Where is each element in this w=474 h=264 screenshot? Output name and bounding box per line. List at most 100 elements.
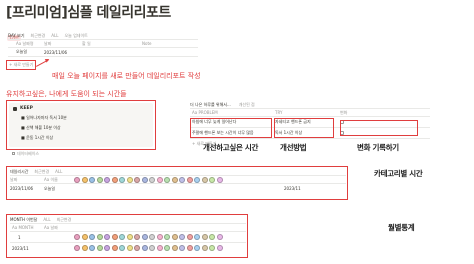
table-row[interactable]: 2023/11/06 오늘일 2023/11 xyxy=(10,184,346,193)
tab-recent[interactable]: 최근변경 xyxy=(31,33,46,39)
keep-footer: 데이터베이스 xyxy=(12,151,39,157)
category-dot-icon xyxy=(149,176,155,183)
category-dot-icon xyxy=(164,234,170,240)
category-dot-icon xyxy=(216,245,223,251)
tab-daily-time[interactable]: 데일리시간 xyxy=(10,169,28,175)
table-row[interactable]: 2023/11 xyxy=(10,243,246,253)
tab-month-all[interactable]: ALL xyxy=(43,217,50,222)
annotation-change-record: 변화 기록하기 xyxy=(357,143,399,152)
category-dot-icon xyxy=(179,176,185,183)
monthly-tabs: MONTH 이번달 ALL 최근변경 xyxy=(10,216,246,223)
table-row[interactable]: 오늘일 2023/11/06 xyxy=(8,48,198,56)
tab-cat-recent[interactable]: 최근변경 xyxy=(34,169,49,175)
category-dot-icon xyxy=(74,245,80,251)
tab-this-month[interactable]: MONTH 이번달 xyxy=(10,217,37,223)
category-dot-icon xyxy=(89,176,95,183)
category-dot-icon xyxy=(134,234,140,240)
category-dot-icon xyxy=(186,176,193,183)
category-dot-icon xyxy=(134,245,140,251)
category-database: 데일리시간 최근변경 ALL 날짜 Aa 이름 2023/11/06 오늘일 2… xyxy=(10,168,346,193)
category-icons xyxy=(74,176,224,183)
tab-all[interactable]: ALL xyxy=(51,33,58,38)
monthly-database: MONTH 이번달 ALL 최근변경 Aa MONTH Aa 날짜 1 2023… xyxy=(10,216,246,253)
problem-tabs: 더 나은 하루를 위해서... 개선된 점 xyxy=(190,101,430,108)
category-dot-icon xyxy=(104,245,110,251)
tab-cat-all[interactable]: ALL xyxy=(55,169,62,174)
category-dot-icon xyxy=(201,245,208,251)
tab-month-recent[interactable]: 최근변경 xyxy=(57,217,72,223)
annotation-keep-time: 유지하고싶은, 나에게 도움이 되는 시간들 xyxy=(6,90,127,98)
keep-panel: KEEP ■ 일어나자마자 독서 10분 ■ 산책 해볼 10분 이상 ■ 운동… xyxy=(9,103,153,147)
category-dot-icon xyxy=(111,176,118,183)
category-dot-icon xyxy=(134,176,140,183)
annotation-monthly: 월별통계 xyxy=(388,223,415,232)
category-dot-icon xyxy=(171,234,178,240)
category-dot-icon xyxy=(209,176,215,183)
daily-header: Aa 날짜명 날짜 할 일 Note xyxy=(16,40,152,47)
category-dot-icon xyxy=(194,234,200,240)
tab-better-day[interactable]: 더 나은 하루를 위해서... xyxy=(190,102,231,108)
category-dot-icon xyxy=(96,245,103,251)
category-dot-icon xyxy=(171,245,178,251)
database-icon xyxy=(12,152,15,155)
monthly-icons xyxy=(74,234,224,240)
category-dot-icon xyxy=(96,234,103,240)
category-dot-icon xyxy=(186,245,193,251)
category-dot-icon xyxy=(96,176,103,183)
category-dot-icon xyxy=(81,245,88,251)
category-dot-icon xyxy=(149,234,155,240)
tab-improved[interactable]: 개선된 점 xyxy=(239,102,255,108)
category-dot-icon xyxy=(201,234,208,240)
category-dot-icon xyxy=(126,245,133,251)
tab-day[interactable]: DAY 보기 xyxy=(8,33,25,39)
category-dot-icon xyxy=(156,176,163,183)
category-dot-icon xyxy=(209,245,215,251)
monthly-header: Aa MONTH Aa 날짜 xyxy=(12,224,58,231)
category-dot-icon xyxy=(194,245,200,251)
category-dot-icon xyxy=(216,234,223,240)
category-dot-icon xyxy=(149,245,155,251)
daily-tabs: DAY 보기 최근변경 ALL 오늘 업데이트 xyxy=(8,32,198,39)
category-tabs: 데일리시간 최근변경 ALL xyxy=(10,168,346,175)
keep-item: ■ 운동 1시간 이상 xyxy=(21,135,54,140)
category-dot-icon xyxy=(119,176,125,183)
category-dot-icon xyxy=(81,234,88,240)
arrow-daily xyxy=(36,59,49,67)
keep-item: ■ 산책 해볼 10분 이상 xyxy=(21,125,61,130)
page-title: [프리미엄]심플 데일리리포트 xyxy=(6,5,171,21)
problem-header: Aa PROBLEM TRY 변화 xyxy=(192,109,348,116)
daily-database: DAY 보기 최근변경 ALL 오늘 업데이트 Aa 날짜명 날짜 할 일 No… xyxy=(8,32,198,57)
category-dot-icon xyxy=(156,245,163,251)
annotation-improve-time: 개선하고싶은 시간 xyxy=(203,143,259,152)
category-dot-icon xyxy=(156,234,163,240)
keep-item: ■ 일어나자마자 독서 10분 xyxy=(21,115,67,120)
category-dot-icon xyxy=(171,176,178,183)
new-row-button[interactable]: + 새로 만들기 xyxy=(9,62,33,68)
category-dot-icon xyxy=(74,176,80,183)
category-dot-icon xyxy=(104,234,110,240)
category-dot-icon xyxy=(119,234,125,240)
tab-today-update[interactable]: 오늘 업데이트 xyxy=(64,33,87,39)
category-dot-icon xyxy=(111,245,118,251)
category-dot-icon xyxy=(104,176,110,183)
category-dot-icon xyxy=(164,176,170,183)
category-dot-icon xyxy=(111,234,118,240)
category-dot-icon xyxy=(89,234,95,240)
category-dot-icon xyxy=(209,234,215,240)
category-dot-icon xyxy=(194,176,200,183)
keep-icon xyxy=(13,106,17,111)
category-dot-icon xyxy=(179,234,185,240)
try-highlight xyxy=(274,118,334,138)
annotation-daily-page: 매일 오늘 페이지를 새로 만들어 데일리리포트 작성 xyxy=(52,72,201,80)
category-dot-icon xyxy=(179,245,185,251)
category-header: 날짜 Aa 이름 xyxy=(10,176,346,183)
annotation-improve-method: 개선방법 xyxy=(280,143,307,152)
category-dot-icon xyxy=(119,245,125,251)
category-total: 2023/11 xyxy=(284,186,301,191)
table-row[interactable]: 1 xyxy=(10,232,246,242)
category-dot-icon xyxy=(164,245,170,251)
category-dot-icon xyxy=(126,176,133,183)
category-dot-icon xyxy=(201,176,208,183)
change-highlight xyxy=(340,120,418,136)
category-dot-icon xyxy=(141,234,148,240)
